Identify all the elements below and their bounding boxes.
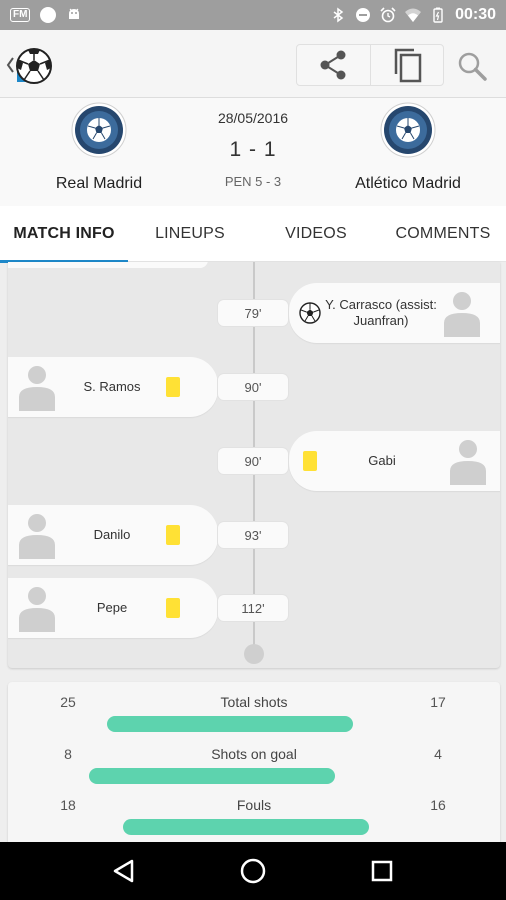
stat-bar [123, 819, 369, 835]
action-group [296, 44, 444, 86]
event-yellow-card-home[interactable]: Danilo [8, 505, 218, 565]
player-avatar-icon [450, 440, 486, 485]
player-avatar-icon [19, 366, 55, 411]
event-minute: 79' [218, 300, 288, 326]
player-avatar-icon [19, 587, 55, 632]
home-team-crest-icon [71, 102, 127, 158]
bluetooth-icon [333, 7, 344, 23]
player-name: S. Ramos [83, 379, 141, 394]
back-triangle-icon [114, 859, 134, 883]
app-bar [0, 30, 506, 98]
player-name: Gabi [368, 453, 396, 468]
event-yellow-card-home[interactable]: S. Ramos [8, 357, 218, 417]
wifi-icon [405, 8, 422, 22]
radio-fm-icon: FM [10, 8, 31, 22]
away-team-crest-icon [380, 102, 436, 158]
yellow-card-icon [166, 598, 180, 618]
player-name: Danilo [93, 527, 131, 542]
stat-away-value: 17 [430, 694, 446, 710]
tab-bar: MATCH INFO LINEUPS VIDEOS COMMENTS [0, 206, 506, 263]
nav-back-button[interactable] [104, 851, 144, 891]
copy-icon [394, 48, 422, 83]
stat-bar [89, 768, 335, 784]
away-team-name: Atlético Madrid [355, 175, 461, 192]
copy-button[interactable] [370, 45, 443, 85]
stat-label: Total shots [220, 694, 288, 710]
search-button[interactable] [452, 48, 492, 84]
stat-label: Fouls [236, 797, 272, 813]
player-avatar-icon [444, 292, 480, 337]
match-events-timeline[interactable]: 79' Y. Carrasco (assist: Juanfran) S. Ra… [8, 262, 500, 668]
stat-home-value: 25 [60, 694, 76, 710]
stat-away-value: 4 [434, 746, 442, 762]
tab-lineups[interactable]: LINEUPS [128, 206, 252, 262]
nav-recents-button[interactable] [362, 851, 402, 891]
stat-row: 8 Shots on goal 4 [8, 746, 500, 786]
event-yellow-card-away[interactable]: Gabi [289, 431, 500, 491]
player-name: Pepe [96, 600, 128, 615]
tab-comments[interactable]: COMMENTS [380, 206, 506, 262]
do-not-disturb-icon [356, 8, 371, 22]
home-circle-icon [240, 858, 266, 884]
status-bar: FM 00:30 [0, 0, 506, 30]
yellow-card-icon [166, 377, 180, 397]
stat-home-value: 8 [64, 746, 72, 762]
stat-bar [107, 716, 353, 732]
event-goal-away[interactable]: Y. Carrasco (assist: Juanfran) [289, 283, 500, 343]
match-score: 1 - 1 [229, 138, 277, 161]
penalty-score: PEN 5 - 3 [224, 174, 282, 189]
event-minute: 112' [218, 595, 288, 621]
match-summary: 28/05/2016 1 - 1 PEN 5 - 3 [183, 110, 323, 189]
stat-away-value: 16 [430, 797, 446, 813]
timeline-end-dot [244, 644, 264, 664]
tab-match-info[interactable]: MATCH INFO [0, 206, 128, 263]
match-date: 28/05/2016 [217, 110, 289, 126]
share-button[interactable] [297, 45, 370, 85]
event-minute: 90' [218, 448, 288, 474]
soccer-ball-icon [6, 48, 52, 84]
away-team[interactable]: Atlético Madrid [333, 102, 483, 193]
previous-event-edge [8, 262, 208, 268]
yellow-card-icon [166, 525, 180, 545]
player-avatar-icon [19, 514, 55, 559]
recents-square-icon [371, 860, 392, 882]
match-stats: 25 Total shots 17 8 Shots on goal 4 18 F… [8, 682, 500, 842]
stat-row: 18 Fouls 16 [8, 797, 500, 837]
event-yellow-card-home[interactable]: Pepe [8, 578, 218, 638]
share-icon [320, 50, 345, 80]
stat-row: 25 Total shots 17 [8, 694, 500, 734]
home-team[interactable]: Real Madrid [24, 102, 174, 193]
battery-icon [433, 7, 443, 23]
nav-home-button[interactable] [233, 851, 273, 891]
search-icon [458, 52, 487, 81]
match-header: Real Madrid 28/05/2016 1 - 1 PEN 5 - 3 A… [0, 98, 506, 206]
stat-home-value: 18 [60, 797, 76, 813]
notification-dot-icon [40, 7, 57, 23]
back-button[interactable] [4, 46, 60, 86]
clock: 00:30 [455, 6, 496, 23]
alarm-icon [380, 7, 396, 23]
home-team-name: Real Madrid [55, 175, 143, 192]
yellow-card-icon [303, 451, 317, 471]
system-nav-bar [0, 842, 506, 900]
goal-ball-icon [299, 302, 321, 324]
player-name: Y. Carrasco (assist: Juanfran) [325, 297, 437, 328]
event-minute: 93' [218, 522, 288, 548]
android-icon [69, 8, 80, 19]
stat-label: Shots on goal [211, 746, 297, 762]
tab-videos[interactable]: VIDEOS [252, 206, 380, 262]
event-minute: 90' [218, 374, 288, 400]
